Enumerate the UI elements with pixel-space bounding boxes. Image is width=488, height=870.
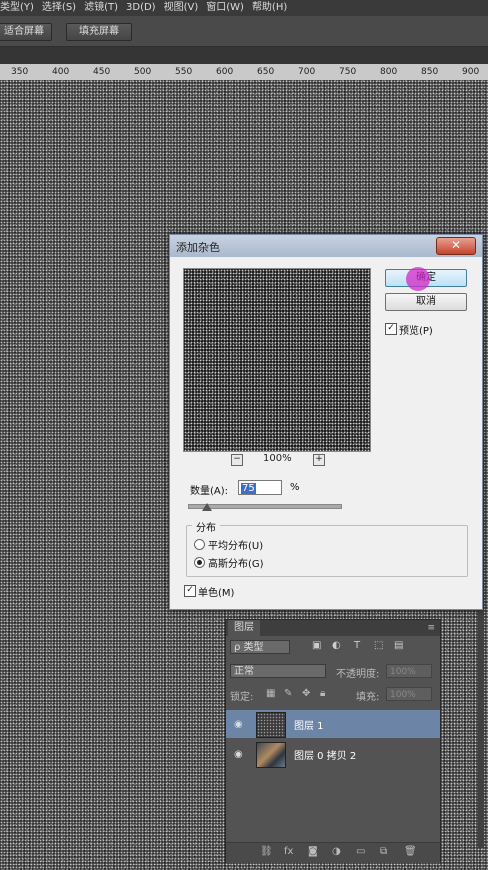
monochromatic-checkbox[interactable]: ✓ [184,585,196,597]
panel-menu-icon[interactable]: ≡ [427,623,435,633]
uniform-label: 平均分布(U) [208,541,264,552]
add-mask-icon[interactable]: ◙ [308,846,318,857]
menu-help[interactable]: 帮助(H) [252,0,295,16]
cancel-button[interactable]: 取消 [385,293,467,311]
gaussian-label: 高斯分布(G) [208,559,264,570]
visibility-eye-icon[interactable]: ◉ [234,719,243,730]
fill-label: 填充: [356,692,380,703]
menu-3d[interactable]: 3D(D) [126,0,164,16]
ruler-label: 850 [421,67,439,77]
layers-panel: 图层 ≡ ρ 类型 ▣ ◐ T ⬚ ▤ 正常 不透明度: 100% 锁定: ▦ … [225,619,441,863]
document-tab-strip [0,47,488,64]
lock-transparent-icon[interactable]: ▦ [266,688,275,699]
distribution-title: 分布 [192,519,220,534]
preview-zoom-value: 100% [263,453,292,464]
lock-all-icon[interactable]: 🔒︎ [320,688,325,699]
options-bar: 适合屏幕 填充屏幕 [0,16,488,47]
ruler-label: 500 [134,67,152,77]
menu-view[interactable]: 视图(V) [164,0,207,16]
layers-footer: ⛓ fx ◙ ◑ ▭ ⧉ 🗑︎ [226,842,440,863]
new-group-icon[interactable]: ▭ [356,846,365,857]
layer-row-layer-0-copy-2[interactable]: ◉ 图层 0 拷贝 2 [226,740,440,768]
add-noise-dialog: 添加杂色 ✕ − 100% + 确定 取消 ✓ 预览(P) 数量(A): 75 … [169,234,483,610]
amount-label: 数量(A): [190,486,229,497]
new-adjustment-icon[interactable]: ◑ [332,846,341,857]
fill-screen-button[interactable]: 填充屏幕 [66,23,132,41]
fit-screen-button[interactable]: 适合屏幕 [0,23,52,41]
ruler-label: 650 [257,67,275,77]
amount-slider-handle[interactable] [202,503,213,511]
zoom-out-icon[interactable]: − [231,454,243,466]
dialog-titlebar[interactable]: 添加杂色 ✕ [170,235,482,257]
link-layers-icon[interactable]: ⛓ [260,846,273,857]
lock-move-icon[interactable]: ✥ [302,688,310,699]
ruler-label: 750 [339,67,357,77]
ruler-label: 450 [93,67,111,77]
mouse-cursor-highlight [406,267,430,291]
menu-window[interactable]: 窗口(W) [206,0,252,16]
amount-value: 75 [241,483,256,494]
layer-thumbnail [256,712,286,738]
monochromatic-label: 单色(M) [198,588,235,599]
layers-panel-header: 图层 ≡ [226,620,440,636]
menu-select[interactable]: 选择(S) [42,0,84,16]
tab-layers[interactable]: 图层 [228,620,260,636]
layer-name: 图层 0 拷贝 2 [294,751,357,762]
delete-layer-icon[interactable]: 🗑︎ [404,846,417,857]
opacity-field[interactable]: 100% [386,664,432,678]
menu-type[interactable]: 类型(Y) [0,0,42,16]
uniform-radio[interactable] [194,539,205,550]
layer-thumbnail [256,742,286,768]
type-filter-icon[interactable]: T [354,640,360,651]
lock-label: 锁定: [230,692,254,703]
shape-filter-icon[interactable]: ⬚ [374,640,383,651]
filter-preview[interactable] [183,268,371,452]
new-layer-icon[interactable]: ⧉ [380,846,387,857]
horizontal-ruler: 350 400 450 500 550 600 650 700 750 800 … [0,64,488,80]
fx-icon[interactable]: fx [284,846,293,857]
preview-checkbox[interactable]: ✓ [385,323,397,335]
menu-bar: 类型(Y) 选择(S) 滤镜(T) 3D(D) 视图(V) 窗口(W) 帮助(H… [0,0,488,16]
lock-paint-icon[interactable]: ✎ [284,688,292,699]
ruler-label: 900 [462,67,480,77]
amount-unit: % [290,482,300,493]
layer-name: 图层 1 [294,721,324,732]
adjustment-filter-icon[interactable]: ◐ [332,640,341,651]
layer-filter-kind[interactable]: ρ 类型 [230,640,290,654]
close-icon[interactable]: ✕ [436,237,476,255]
smart-object-filter-icon[interactable]: ▤ [394,640,403,651]
menu-filter[interactable]: 滤镜(T) [84,0,126,16]
fill-field[interactable]: 100% [386,687,432,701]
blend-row: 正常 不透明度: 100% [226,664,440,680]
ruler-label: 550 [175,67,193,77]
dialog-title: 添加杂色 [176,241,220,254]
blend-mode-select[interactable]: 正常 [230,664,326,678]
ruler-label: 400 [52,67,70,77]
layer-row-layer-1[interactable]: ◉ 图层 1 [226,710,440,738]
layer-filter-row: ρ 类型 ▣ ◐ T ⬚ ▤ [226,640,440,656]
visibility-eye-icon[interactable]: ◉ [234,749,243,760]
ruler-label: 800 [380,67,398,77]
pixel-filter-icon[interactable]: ▣ [312,640,321,651]
opacity-label: 不透明度: [336,669,380,680]
lock-row: 锁定: ▦ ✎ ✥ 🔒︎ 填充: 100% [226,687,440,703]
preview-label: 预览(P) [399,326,433,337]
ruler-label: 700 [298,67,316,77]
ruler-label: 350 [11,67,29,77]
preview-zoom-controls: − 100% + [183,453,371,467]
gaussian-radio[interactable] [194,557,205,568]
ruler-label: 600 [216,67,234,77]
zoom-in-icon[interactable]: + [313,454,325,466]
amount-input[interactable]: 75 [238,480,282,495]
